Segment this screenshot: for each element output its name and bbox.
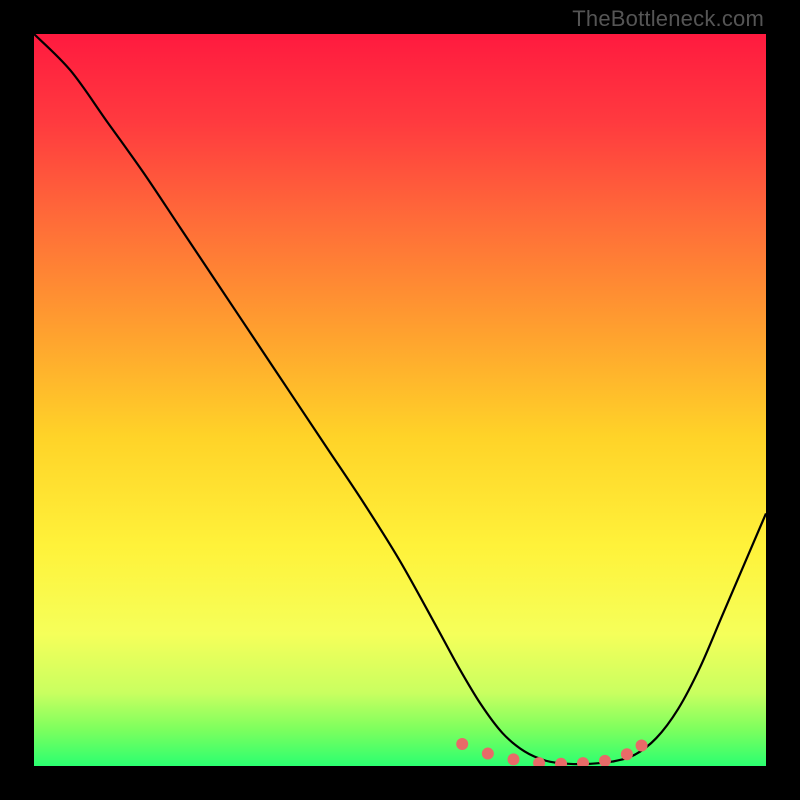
plot-background (34, 34, 766, 766)
trough-marker (507, 753, 519, 765)
trough-marker (636, 740, 648, 752)
trough-marker (482, 748, 494, 760)
watermark-text: TheBottleneck.com (572, 6, 764, 32)
chart-svg (34, 34, 766, 766)
trough-marker (456, 738, 468, 750)
chart-frame (34, 34, 766, 766)
trough-marker (621, 748, 633, 760)
